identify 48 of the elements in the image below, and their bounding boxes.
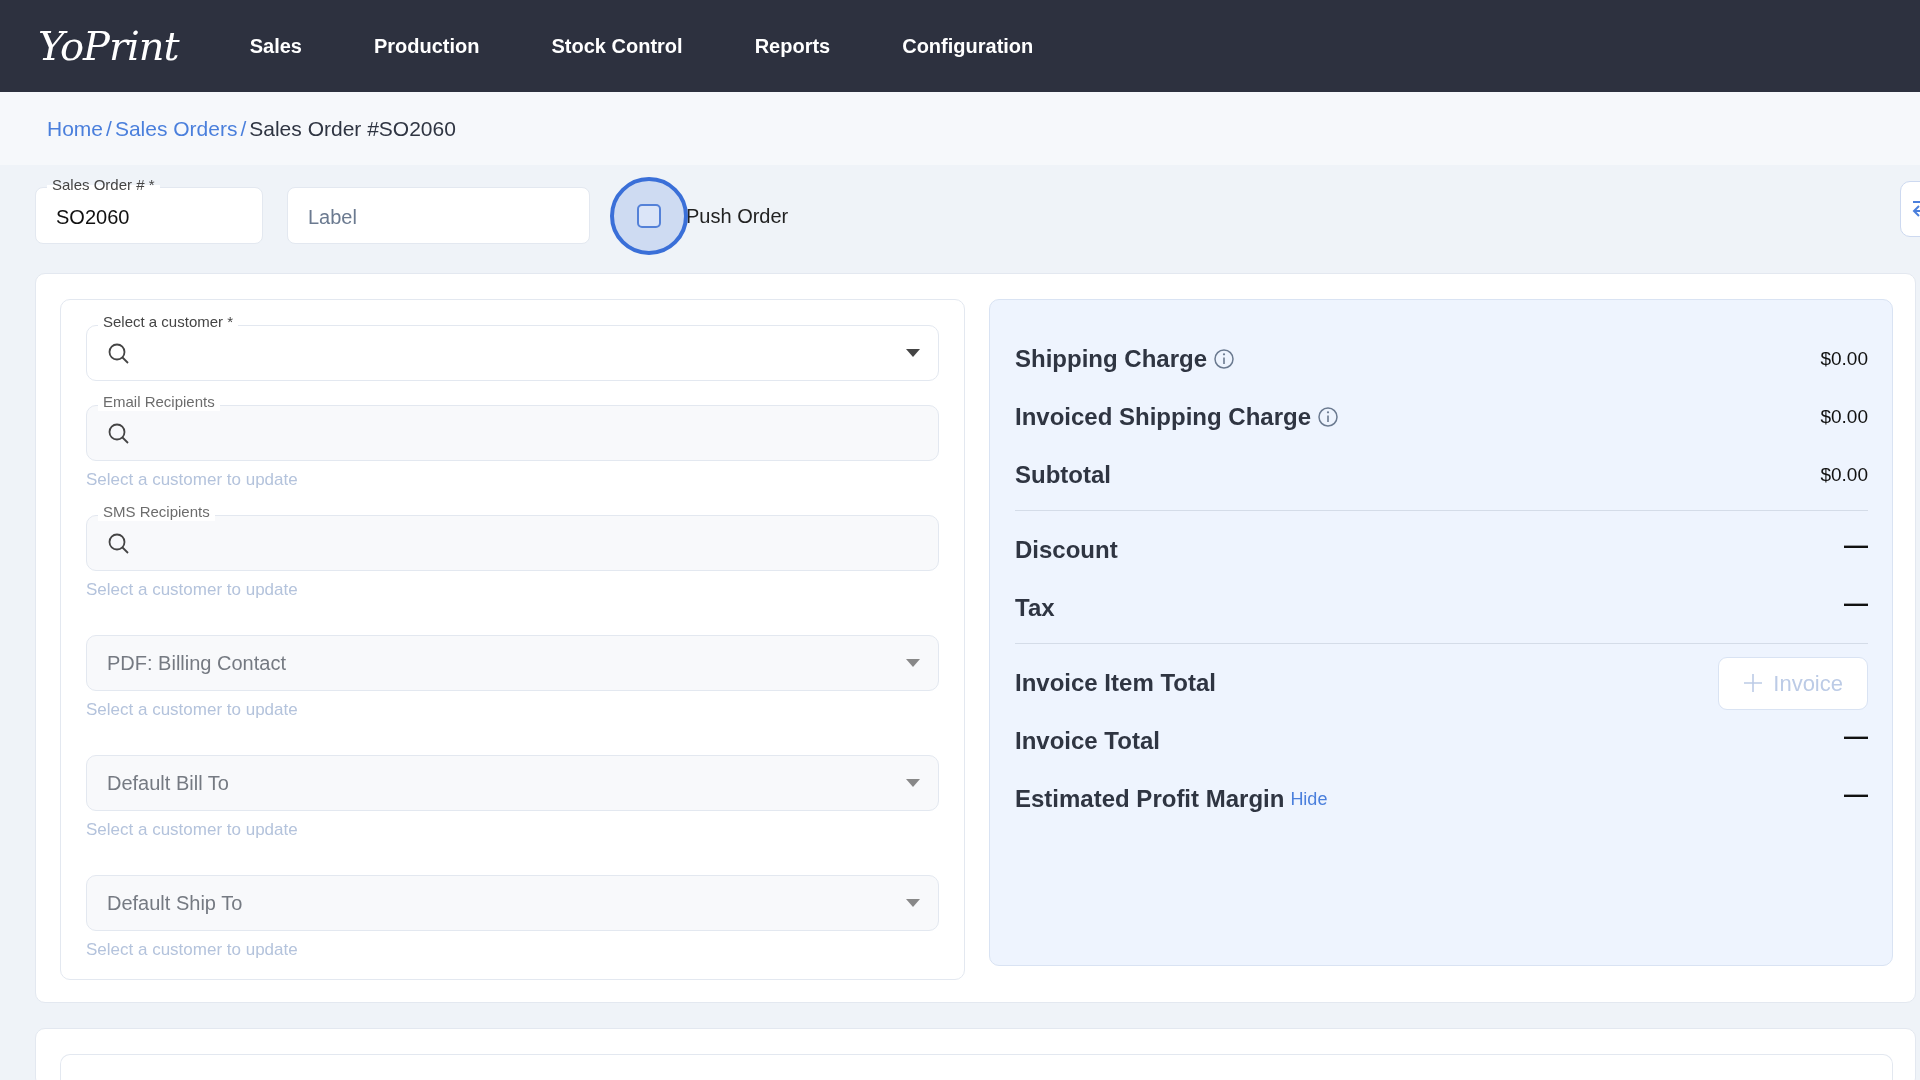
helper-text: Select a customer to update (86, 699, 299, 721)
breadcrumb-separator: / (106, 115, 112, 142)
helper-text: Select a customer to update (86, 579, 299, 601)
field-placeholder: PDF: Billing Contact (107, 651, 286, 676)
summary-label: Invoice Total (1015, 726, 1160, 756)
label-field[interactable]: Label (287, 187, 590, 244)
summary-label: Estimated Profit Margin (1015, 784, 1285, 814)
summary-value: — (1844, 779, 1868, 809)
search-icon (107, 531, 130, 555)
nav-link[interactable]: Stock Control (515, 31, 719, 61)
caret-icon (906, 659, 920, 667)
summary-label: Subtotal (1015, 460, 1111, 490)
field-label: SMS Recipients (98, 503, 215, 521)
breadcrumb-link[interactable]: Sales Orders (114, 112, 238, 145)
breadcrumb-current: Sales Order #SO2060 (249, 115, 456, 142)
search-icon (107, 421, 130, 445)
field-placeholder: Default Ship To (107, 891, 243, 916)
helper-text: Select a customer to update (86, 469, 299, 491)
summary-label: Invoice Item Total (1015, 668, 1216, 698)
summary-label: Discount (1015, 535, 1118, 565)
plus-icon (1743, 673, 1764, 693)
summary-label: Tax (1015, 593, 1055, 623)
nav-link[interactable]: Reports (718, 31, 867, 61)
summary-value: — (1844, 588, 1868, 618)
summary-label: Shipping Charge (1015, 344, 1207, 374)
summary-value: — (1844, 530, 1868, 560)
helper-text: Select a customer to update (86, 939, 299, 961)
checkbox[interactable] (637, 203, 661, 228)
caret-icon (906, 349, 920, 357)
summary-value: $0.00 (1820, 404, 1868, 429)
field-placeholder: Default Bill To (107, 771, 229, 796)
nav-link[interactable]: Production (337, 31, 516, 61)
checkbox-label: Push Order (686, 203, 789, 229)
search-icon (107, 341, 130, 365)
breadcrumb-link[interactable]: Home (47, 112, 104, 145)
breadcrumb-separator: / (240, 115, 247, 142)
helper-text: Select a customer to update (86, 819, 299, 841)
nav-link[interactable]: Configuration (866, 31, 1070, 61)
summary-value: $0.00 (1820, 462, 1868, 487)
field-label: Email Recipients (98, 393, 220, 411)
summary-label: Invoiced Shipping Charge (1015, 402, 1312, 432)
logo[interactable]: YoPrint (38, 16, 179, 76)
caret-icon (906, 899, 920, 907)
nav-link[interactable]: Sales (213, 31, 338, 61)
summary-value: — (1844, 721, 1868, 751)
hide-link[interactable]: Hide (1290, 785, 1328, 813)
summary-value: $0.00 (1820, 346, 1868, 371)
caret-icon (906, 779, 920, 787)
